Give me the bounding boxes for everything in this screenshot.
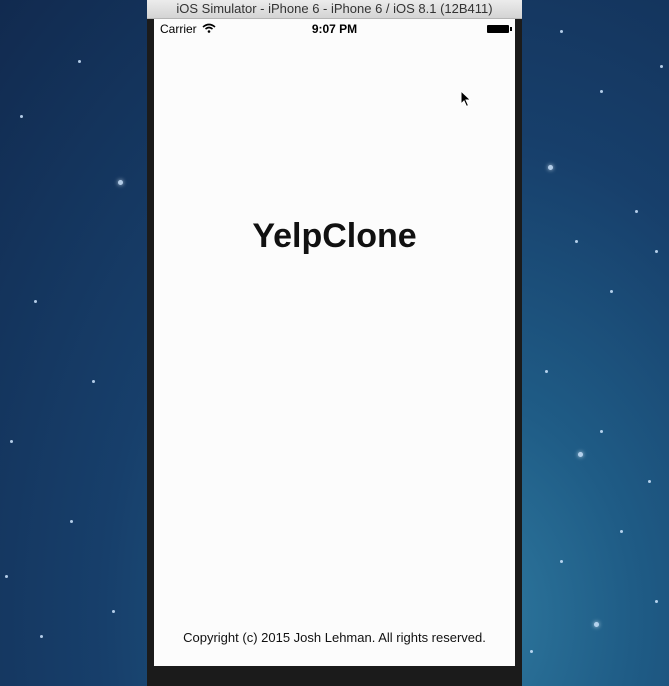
status-time: 9:07 PM <box>311 22 358 36</box>
window-title[interactable]: iOS Simulator - iPhone 6 - iPhone 6 / iO… <box>147 0 522 19</box>
device-screen[interactable]: Carrier 9:07 PM YelpClone Copyright (c) … <box>154 19 515 666</box>
status-bar: Carrier 9:07 PM <box>154 19 515 39</box>
app-title: YelpClone <box>252 217 417 255</box>
copyright-footer: Copyright (c) 2015 Josh Lehman. All righ… <box>183 630 486 645</box>
mouse-cursor-icon <box>460 90 472 108</box>
battery-icon <box>487 25 512 33</box>
